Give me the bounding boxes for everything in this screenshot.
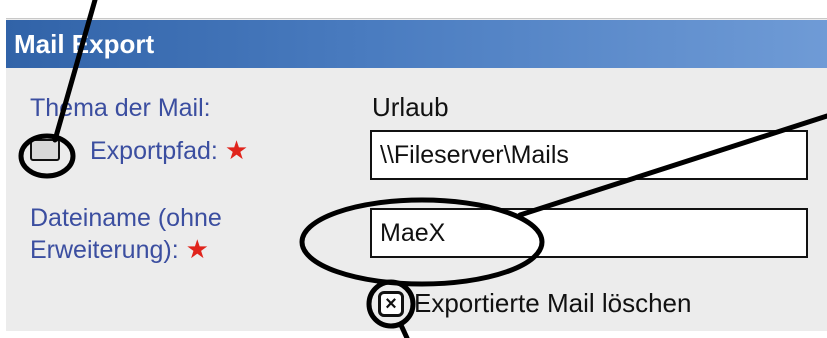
callout-circle-toggle xyxy=(18,133,76,179)
callout-ellipse-filename xyxy=(299,197,545,287)
callout-line-checkbox xyxy=(398,322,410,338)
callout-line-filename xyxy=(517,113,827,218)
callout-line-toggle xyxy=(52,0,98,143)
callout-annotations xyxy=(18,0,827,338)
callout-circle-checkbox xyxy=(366,279,416,329)
